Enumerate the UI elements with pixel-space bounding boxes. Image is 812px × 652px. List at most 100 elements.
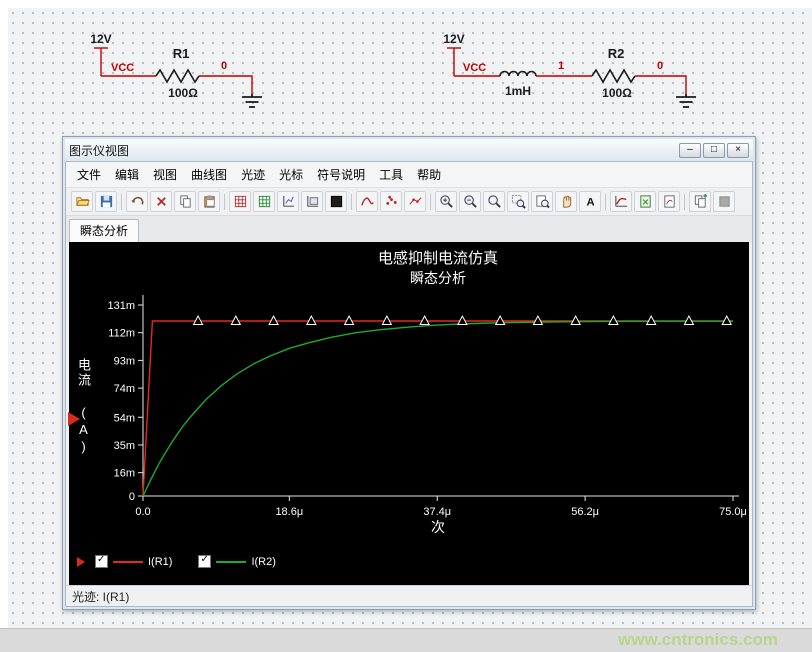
- paste-icon: [202, 194, 217, 209]
- toolbar-open-button[interactable]: [71, 191, 93, 212]
- toolbar-cut-button[interactable]: [150, 191, 172, 212]
- zoom-out-icon: [463, 194, 478, 209]
- toolbar-scatter-style-button[interactable]: [380, 191, 402, 212]
- legend-item-ir1: I(R1): [77, 555, 172, 568]
- trace-checkbox-ir2[interactable]: [198, 555, 211, 568]
- svg-text:74m: 74m: [114, 383, 135, 395]
- svg-text:16m: 16m: [114, 468, 135, 480]
- toolbar-export-graph-button[interactable]: [658, 191, 680, 212]
- status-bar: 光迹: I(R1): [66, 585, 752, 606]
- grid-icon: [233, 194, 248, 209]
- scatter-line-icon: [408, 194, 423, 209]
- svg-text:0: 0: [129, 491, 135, 503]
- toolbar-pan-hand-button[interactable]: [555, 191, 577, 212]
- toolbar-undo-button[interactable]: [126, 191, 148, 212]
- minimize-icon: –: [687, 144, 693, 155]
- toolbar-trace-export-button[interactable]: [610, 191, 632, 212]
- wire[interactable]: [199, 76, 252, 94]
- menu-graph[interactable]: 曲线图: [184, 164, 234, 185]
- zoom-in-icon: [439, 194, 454, 209]
- svg-text:35m: 35m: [114, 440, 135, 452]
- toolbar-copy-page-button[interactable]: [689, 191, 711, 212]
- window-title: 图示仪视图: [69, 142, 129, 159]
- svg-text:93m: 93m: [114, 355, 135, 367]
- stop-icon: [717, 194, 732, 209]
- zoom-restore-icon: [487, 194, 502, 209]
- overlay-traces-icon: [305, 194, 320, 209]
- toolbar-show-legend-button[interactable]: [253, 191, 275, 212]
- legend-swatch-ir1: [113, 561, 143, 563]
- vcc-source-right[interactable]: 12V VCC: [443, 32, 486, 76]
- zoom-page-icon: [535, 194, 550, 209]
- axes-chart-icon: [281, 194, 296, 209]
- tab-transient-analysis[interactable]: 瞬态分析: [69, 219, 139, 242]
- toolbar-zoom-out-button[interactable]: [459, 191, 481, 212]
- toolbar-copy-button[interactable]: [174, 191, 196, 212]
- legend-label-ir1: I(R1): [148, 556, 172, 568]
- toolbar-zoom-in-button[interactable]: [435, 191, 457, 212]
- ground-symbol-right[interactable]: [676, 94, 696, 107]
- legend-item-ir2: I(R2): [198, 555, 275, 568]
- svg-text:VCC: VCC: [111, 62, 134, 74]
- trace-export-icon: [614, 194, 629, 209]
- toolbar-zoom-page-button[interactable]: [531, 191, 553, 212]
- menu-edit[interactable]: 编辑: [108, 164, 146, 185]
- minimize-button[interactable]: –: [679, 143, 701, 158]
- chart-canvas[interactable]: 131m112m93m74m54m35m16m00.018.6μ37.4μ56.…: [69, 242, 749, 542]
- toolbar: A: [66, 188, 752, 216]
- net-label-1: 1: [558, 60, 564, 72]
- toolbar-separator: [121, 194, 122, 210]
- menu-tools[interactable]: 工具: [372, 164, 410, 185]
- schematic-canvas[interactable]: 12V VCC R1 100Ω 0 12V VCC 1mH 1: [0, 0, 812, 652]
- trace-checkbox-ir1[interactable]: [95, 555, 108, 568]
- toolbar-scatter-line-style-button[interactable]: [404, 191, 426, 212]
- inductor-l1[interactable]: 1mH: [500, 72, 536, 99]
- legend-swatch-ir2: [216, 561, 246, 563]
- legend-label-ir2: I(R2): [251, 556, 275, 568]
- open-folder-icon: [75, 194, 90, 209]
- menu-trace[interactable]: 光迹: [234, 164, 272, 185]
- toolbar-add-text-button[interactable]: A: [579, 191, 601, 212]
- legend-selected-arrow-icon: [77, 557, 90, 567]
- scatter-icon: [384, 194, 399, 209]
- menu-view[interactable]: 视图: [146, 164, 184, 185]
- svg-text:A: A: [586, 197, 594, 209]
- close-button[interactable]: ×: [727, 143, 749, 158]
- ground-symbol-left[interactable]: [242, 94, 262, 107]
- svg-text:100Ω: 100Ω: [602, 86, 632, 100]
- svg-text:R1: R1: [173, 46, 190, 61]
- window-titlebar[interactable]: 图示仪视图 – □ ×: [65, 139, 753, 161]
- toolbar-show-axes-button[interactable]: [277, 191, 299, 212]
- menu-help[interactable]: 帮助: [410, 164, 448, 185]
- wire[interactable]: [635, 76, 686, 94]
- watermark-text: www.cntronics.com: [618, 630, 778, 650]
- resistor-r1[interactable]: R1 100Ω: [156, 46, 199, 100]
- maximize-icon: □: [711, 144, 717, 155]
- vcc-source-left[interactable]: 12V VCC: [90, 32, 134, 76]
- toolbar-zoom-area-button[interactable]: [507, 191, 529, 212]
- maximize-button[interactable]: □: [703, 143, 725, 158]
- svg-text:54m: 54m: [114, 412, 135, 424]
- toolbar-separator: [684, 194, 685, 210]
- svg-text:12V: 12V: [443, 32, 464, 46]
- svg-text:131m: 131m: [107, 300, 135, 312]
- toolbar-overlay-traces-button[interactable]: [301, 191, 323, 212]
- x-axis-label: 次: [143, 517, 733, 537]
- menu-legend[interactable]: 符号说明: [310, 164, 372, 185]
- toolbar-export-excel-button[interactable]: [634, 191, 656, 212]
- toolbar-save-button[interactable]: [95, 191, 117, 212]
- toolbar-show-grid-button[interactable]: [229, 191, 251, 212]
- resistor-r2[interactable]: R2 100Ω: [592, 46, 635, 100]
- toolbar-stop-button[interactable]: [713, 191, 735, 212]
- menu-cursor[interactable]: 光标: [272, 164, 310, 185]
- toolbar-paste-button[interactable]: [198, 191, 220, 212]
- circuit-schematic[interactable]: 12V VCC R1 100Ω 0 12V VCC 1mH 1: [0, 0, 812, 135]
- hand-icon: [559, 194, 574, 209]
- toolbar-zoom-restore-button[interactable]: [483, 191, 505, 212]
- menu-file[interactable]: 文件: [70, 164, 108, 185]
- toolbar-black-background-button[interactable]: [325, 191, 347, 212]
- toolbar-curve-style-button[interactable]: [356, 191, 378, 212]
- cut-icon: [154, 194, 169, 209]
- menu-bar: 文件 编辑 视图 曲线图 光迹 光标 符号说明 工具 帮助: [66, 162, 752, 188]
- toolbar-separator: [224, 194, 225, 210]
